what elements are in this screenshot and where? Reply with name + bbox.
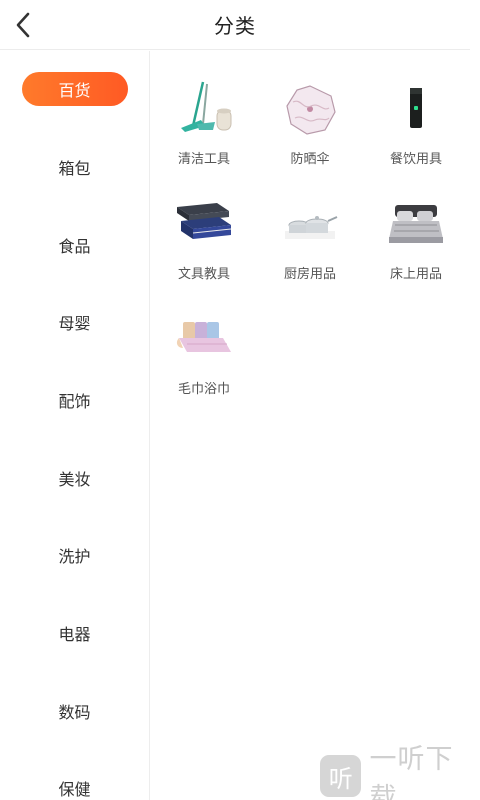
subcategory-label: 厨房用品	[283, 267, 336, 282]
sidebar-item-label: 洗护	[58, 547, 91, 566]
subcategory-label: 毛巾浴巾	[177, 382, 230, 397]
subcategory-item-stationery[interactable]: 文具教具	[151, 193, 257, 303]
subcategory-item-bedding[interactable]: 床上用品	[363, 193, 469, 303]
sidebar-item-xihu[interactable]: 洗护	[0, 530, 149, 580]
subcategory-label: 防晒伞	[290, 152, 330, 167]
sidebar-item-meizhuang[interactable]: 美妆	[0, 453, 149, 503]
subcategory-item-kitchen[interactable]: 厨房用品	[257, 193, 363, 303]
category-sidebar: 百货 箱包 食品 母婴 配饰 美妆 洗护 电器 数码 保健	[0, 51, 150, 800]
sidebar-item-label: 电器	[58, 625, 91, 644]
sidebar-item-muying[interactable]: 母婴	[0, 297, 149, 347]
page-title: 分类	[214, 14, 256, 38]
watermark: 听 一听下载	[320, 744, 480, 800]
sidebar-item-label: 箱包	[58, 159, 91, 178]
sidebar-item-dianqi[interactable]: 电器	[0, 608, 149, 658]
sidebar-item-label: 配饰	[58, 392, 91, 411]
towel-icon	[173, 308, 235, 370]
subcategory-label: 餐饮用具	[389, 152, 442, 167]
subcategory-grid: 清洁工具 防晒伞 餐饮用具 文具教具 厨房用品 床上用品 毛巾浴巾	[151, 51, 480, 800]
watermark-text: 一听下载	[369, 744, 454, 800]
thermos-icon	[385, 78, 447, 140]
sidebar-item-label: 食品	[58, 237, 91, 256]
sidebar-item-label: 美妆	[58, 470, 91, 489]
umbrella-icon	[279, 78, 341, 140]
sidebar-item-baojian[interactable]: 保健	[0, 763, 149, 800]
watermark-logo-char: 听	[328, 764, 353, 793]
sidebar-item-shipin[interactable]: 食品	[0, 220, 149, 270]
subcategory-label: 床上用品	[389, 267, 442, 282]
subcategory-item-tableware[interactable]: 餐饮用具	[363, 78, 469, 188]
pencil-case-icon	[173, 193, 235, 255]
subcategory-label: 文具教具	[177, 267, 230, 282]
subcategory-item-towel[interactable]: 毛巾浴巾	[151, 308, 257, 418]
back-button[interactable]	[8, 10, 38, 40]
subcategory-item-cleaning[interactable]: 清洁工具	[151, 78, 257, 188]
watermark-logo-icon: 听	[320, 755, 362, 797]
sidebar-item-shuma[interactable]: 数码	[0, 686, 149, 736]
sidebar-item-label: 数码	[58, 703, 91, 722]
subcategory-label: 清洁工具	[177, 152, 230, 167]
sidebar-item-peishi[interactable]: 配饰	[0, 375, 149, 425]
category-screen: 分类 百货 箱包 食品 母婴 配饰 美妆 洗护 电器 数码 保健 清洁工具 防晒…	[0, 0, 480, 800]
active-pill: 百货	[21, 72, 128, 106]
sidebar-item-label: 保健	[58, 780, 91, 799]
sidebar-item-baihuo[interactable]: 百货	[0, 64, 149, 114]
cookware-icon	[279, 193, 341, 255]
subcategory-item-umbrella[interactable]: 防晒伞	[257, 78, 363, 188]
bedding-icon	[385, 193, 447, 255]
header-bar: 分类	[0, 0, 470, 50]
sidebar-item-xiangbao[interactable]: 箱包	[0, 142, 149, 192]
sidebar-item-label: 母婴	[58, 314, 91, 333]
sidebar-item-label: 百货	[58, 81, 91, 100]
chevron-left-icon	[16, 12, 30, 38]
mop-bucket-icon	[173, 78, 235, 140]
